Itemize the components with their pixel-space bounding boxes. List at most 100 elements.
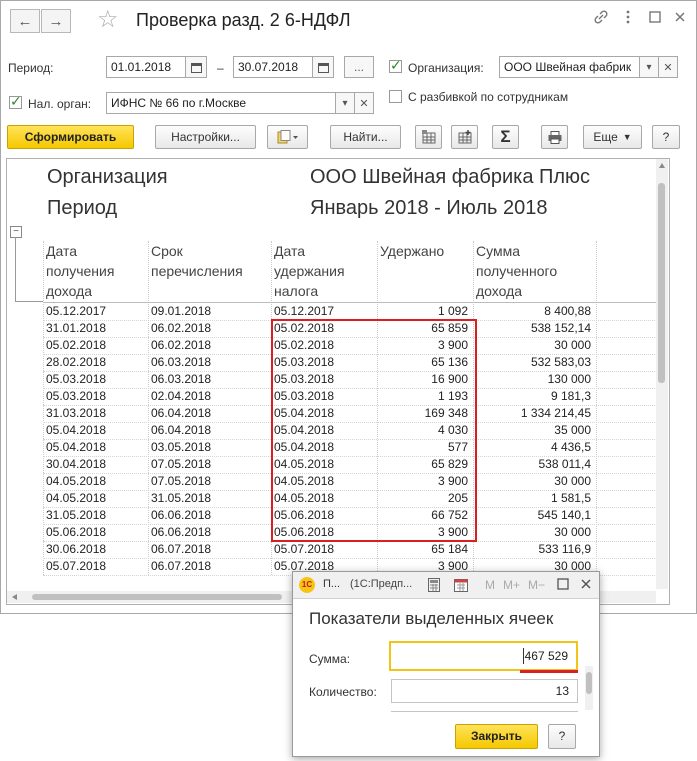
column-header[interactable]: Удержано [377,241,473,303]
tax-authority-clear-button[interactable]: ✕ [354,92,374,114]
table-cell[interactable]: 07.05.2018 [151,456,266,473]
column-header[interactable]: Сумма полученного дохода [473,241,596,303]
column-header[interactable]: Дата получения дохода [43,241,148,303]
collapse-group-toggle[interactable]: − [10,226,22,238]
vertical-scrollbar[interactable] [656,159,668,589]
table-cell[interactable]: 31.05.2018 [46,507,143,524]
table-cell[interactable]: 07.05.2018 [151,473,266,490]
more-icon[interactable] [618,7,638,27]
link-icon[interactable] [591,7,611,27]
table-cell[interactable]: 03.05.2018 [151,439,266,456]
scroll-left-icon[interactable] [12,594,17,600]
table-cell[interactable]: 05.04.2018 [46,422,143,439]
table-cell[interactable]: 545 140,1 [476,507,591,524]
maximize-icon[interactable] [645,7,665,27]
popup-maximize-icon[interactable] [557,578,569,593]
table-cell[interactable]: 04.05.2018 [46,490,143,507]
table-cell[interactable]: 1 334 214,45 [476,405,591,422]
organization-clear-button[interactable]: ✕ [658,56,678,78]
memory-plus-button[interactable]: M+ [503,578,520,592]
vertical-scroll-thumb[interactable] [658,183,665,383]
table-cell[interactable]: 30.06.2018 [46,541,143,558]
table-cell[interactable]: 06.03.2018 [151,354,266,371]
favorite-star-icon[interactable]: ☆ [97,5,119,34]
more-actions-button[interactable]: Еще ▼ [583,125,642,149]
sum-field[interactable]: 467 529 [389,641,578,671]
table-cell[interactable]: 31.03.2018 [46,405,143,422]
table-cell[interactable]: 30 000 [476,524,591,541]
table-cell[interactable]: 130 000 [476,371,591,388]
table-cell[interactable]: 05.03.2018 [46,371,143,388]
table-cell[interactable]: 28.02.2018 [46,354,143,371]
scroll-up-icon[interactable] [659,163,665,168]
table-cell[interactable]: 06.02.2018 [151,337,266,354]
table-cell[interactable]: 06.04.2018 [151,422,266,439]
table-cell[interactable]: 538 152,14 [476,320,591,337]
table-cell[interactable]: 06.06.2018 [151,524,266,541]
organization-dropdown-button[interactable]: ▾ [639,56,659,78]
popup-help-button[interactable]: ? [548,724,576,749]
table-cell[interactable]: 31.05.2018 [151,490,266,507]
popup-scrollbar[interactable] [585,666,593,710]
memory-minus-button[interactable]: M− [528,578,545,592]
table-cell[interactable]: 05.07.2018 [274,541,372,558]
calculator-icon[interactable] [428,578,440,595]
table-cell[interactable]: 538 011,4 [476,456,592,473]
table-cell[interactable]: 05.12.2017 [274,303,372,320]
close-icon[interactable] [670,7,690,27]
table-cell[interactable]: 04.05.2018 [46,473,143,490]
table-cell[interactable]: 30 000 [476,337,591,354]
table-row[interactable]: 30.06.2018 06.07.2018 05.07.2018 65 184 533 … [43,541,667,559]
tax-authority-checkbox[interactable] [9,93,22,110]
table-cell[interactable]: 8 400,88 [476,303,591,320]
forward-button[interactable]: → [41,9,71,33]
close-button[interactable]: Закрыть [455,724,538,749]
generate-button[interactable]: Сформировать [7,125,134,149]
count-field[interactable]: 13 [391,679,578,703]
calendar-from-button[interactable] [185,56,207,78]
print-button[interactable] [541,125,568,149]
table-cell[interactable]: 06.04.2018 [151,405,266,422]
organization-input[interactable]: ООО Швейная фабрик [499,56,640,78]
table-cell[interactable]: 06.02.2018 [151,320,266,337]
popup-close-icon[interactable] [580,578,592,593]
settings-button[interactable]: Настройки... [155,125,256,149]
table-cell[interactable]: 05.07.2018 [46,558,143,575]
table-cell[interactable]: 1 581,5 [476,490,591,507]
calendar-icon[interactable] [454,577,468,595]
table-cell[interactable]: 05.04.2018 [46,439,143,456]
table-cell[interactable]: 06.07.2018 [151,541,266,558]
table-cell[interactable]: 02.04.2018 [151,388,266,405]
sum-button[interactable]: Σ [492,125,519,149]
table-cell[interactable]: 65 184 [380,541,468,558]
period-to-input[interactable]: 30.07.2018 [233,56,313,78]
back-button[interactable]: ← [10,9,40,33]
column-header[interactable]: Срок перечисления [148,241,271,303]
table-cell[interactable]: 30 000 [476,473,591,490]
table-cell[interactable]: 05.06.2018 [46,524,143,541]
horizontal-scroll-thumb[interactable] [32,594,282,600]
table-cell[interactable]: 05.02.2018 [46,337,143,354]
period-from-input[interactable]: 01.01.2018 [106,56,186,78]
report-spreadsheet[interactable]: − Организация ООО Швейная фабрика Плюс П… [6,158,670,605]
split-by-employees-checkbox[interactable] [389,90,402,103]
table-cell[interactable]: 35 000 [476,422,591,439]
popup-titlebar[interactable]: 1С П... (1С:Предп... M M+ M− [293,572,599,599]
table-cell[interactable]: 06.06.2018 [151,507,266,524]
table-cell[interactable]: 30.04.2018 [46,456,143,473]
tax-authority-dropdown-button[interactable]: ▾ [335,92,355,114]
table-cell[interactable]: 05.12.2017 [46,303,143,320]
table-cell[interactable]: 09.01.2018 [151,303,266,320]
table-cell[interactable]: 1 092 [380,303,468,320]
table-cell[interactable]: 533 116,9 [476,541,592,558]
table-cell[interactable]: 31.01.2018 [46,320,143,337]
table-cell[interactable]: 4 436,5 [476,439,591,456]
organization-checkbox[interactable] [389,57,402,74]
calendar-to-button[interactable] [312,56,334,78]
expand-groups-button[interactable] [451,125,478,149]
collapse-groups-button[interactable] [415,125,442,149]
table-cell[interactable]: 06.07.2018 [151,558,266,575]
find-button[interactable]: Найти... [330,125,401,149]
memory-button[interactable]: M [485,578,495,592]
variants-button[interactable] [267,125,308,149]
